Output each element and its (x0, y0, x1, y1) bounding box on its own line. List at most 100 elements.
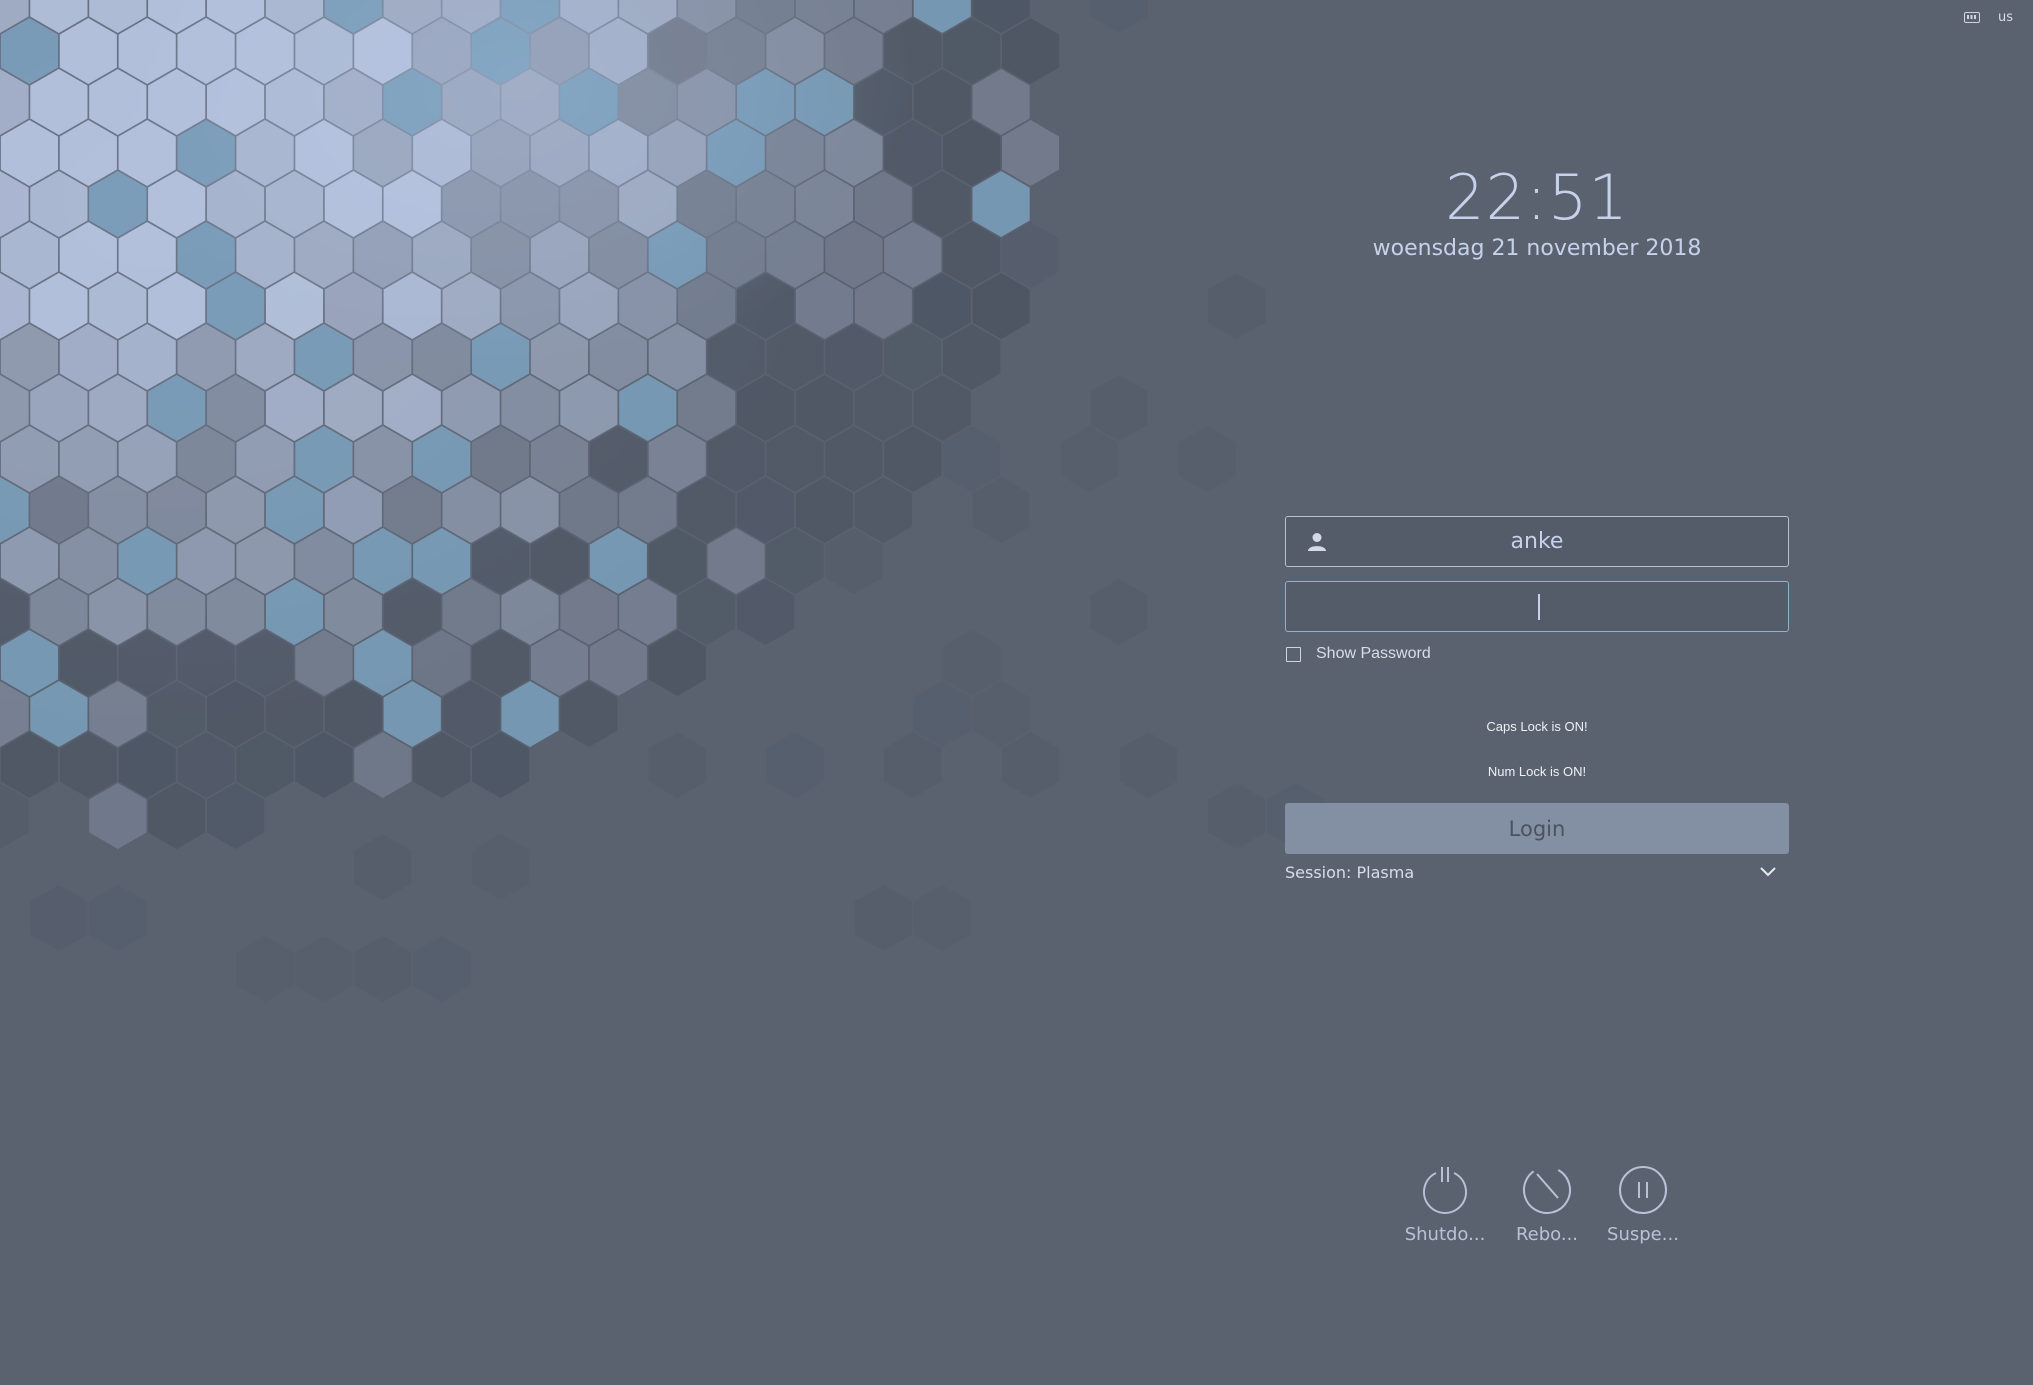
wallpaper-hexagon (383, 171, 441, 237)
login-screen: us 22:51 woensdag 21 november 2018 anke … (0, 0, 2033, 1385)
wallpaper-hexagon (148, 579, 206, 645)
wallpaper-hexagon (236, 936, 294, 1002)
wallpaper-hexagon (207, 171, 265, 237)
wallpaper-hexagon (89, 885, 147, 951)
username-value: anke (1510, 529, 1564, 554)
wallpaper-hexagon (207, 681, 265, 747)
wallpaper-hexagon (1090, 375, 1148, 441)
wallpaper-hexagon (737, 171, 795, 237)
wallpaper-hexagon (589, 426, 647, 492)
password-field[interactable] (1285, 581, 1789, 632)
wallpaper-hexagon (1090, 579, 1148, 645)
wallpaper-hexagon (30, 681, 88, 747)
wallpaper-hexagon (501, 69, 559, 135)
wallpaper-hexagon (177, 732, 235, 798)
wallpaper-hexagon (295, 18, 353, 84)
wallpaper-hexagon (383, 477, 441, 543)
suspend-button[interactable]: Suspe... (1598, 1164, 1688, 1245)
wallpaper-hexagon (472, 834, 530, 900)
reboot-button[interactable]: Rebo... (1502, 1164, 1592, 1245)
reboot-icon (1523, 1166, 1571, 1214)
wallpaper-hexagon (884, 324, 942, 390)
keyboard-layout[interactable]: us (1998, 10, 2013, 25)
power-actions: Shutdo... Rebo... Suspe... (1400, 1164, 1680, 1254)
wallpaper-hexagon (265, 171, 323, 237)
wallpaper-hexagon (943, 120, 1001, 186)
wallpaper-hexagon (1178, 426, 1236, 492)
wallpaper-hexagon (589, 630, 647, 696)
wallpaper-hexagon (383, 579, 441, 645)
shutdown-button[interactable]: Shutdo... (1400, 1164, 1490, 1245)
wallpaper-hexagon (0, 426, 58, 492)
wallpaper-hexagon (766, 732, 824, 798)
wallpaper-hexagon (707, 222, 765, 288)
wallpaper-hexagon (560, 171, 618, 237)
wallpaper-hexagon (413, 630, 471, 696)
wallpaper-hexagon (295, 120, 353, 186)
wallpaper-hexagon (678, 69, 736, 135)
wallpaper-hexagon (472, 222, 530, 288)
wallpaper-hexagon (560, 69, 618, 135)
wallpaper-hexagon (648, 18, 706, 84)
wallpaper-hexagon (854, 171, 912, 237)
wallpaper-hexagon (0, 528, 58, 594)
wallpaper-hexagon (854, 69, 912, 135)
wallpaper-hexagon (472, 426, 530, 492)
wallpaper-hexagon (795, 375, 853, 441)
wallpaper-hexagon (1208, 783, 1266, 849)
keyboard-icon[interactable] (1963, 11, 1980, 23)
wallpaper-hexagon (707, 324, 765, 390)
wallpaper-hexagon (383, 375, 441, 441)
wallpaper-hexagon (530, 528, 588, 594)
wallpaper-hexagon (737, 69, 795, 135)
wallpaper-hexagon (472, 120, 530, 186)
shutdown-label: Shutdo... (1404, 1224, 1486, 1245)
wallpaper-hexagon (913, 375, 971, 441)
wallpaper-hexagon (825, 528, 883, 594)
session-selector[interactable]: Session: Plasma (1285, 858, 1789, 886)
wallpaper-hexagon (413, 426, 471, 492)
wallpaper-hexagon (265, 681, 323, 747)
username-field[interactable]: anke (1285, 516, 1789, 567)
wallpaper-hexagon (884, 120, 942, 186)
wallpaper-hexagon (295, 936, 353, 1002)
wallpaper-hexagon (737, 273, 795, 339)
wallpaper-hexagon (825, 324, 883, 390)
wallpaper-hexagon (383, 273, 441, 339)
wallpaper-hexagon (825, 120, 883, 186)
caps-lock-message: Caps Lock is ON! (1486, 719, 1588, 734)
wallpaper-hexagon (648, 528, 706, 594)
wallpaper-hexagon (177, 426, 235, 492)
wallpaper-hexagon (59, 528, 117, 594)
wallpaper-hexagon (59, 324, 117, 390)
wallpaper-hexagon (560, 681, 618, 747)
wallpaper-hexagon (207, 69, 265, 135)
wallpaper-hexagon (442, 375, 500, 441)
wallpaper-hexagon (265, 375, 323, 441)
wallpaper-hexagon (501, 273, 559, 339)
wallpaper-hexagon (913, 171, 971, 237)
show-password-checkbox[interactable] (1286, 646, 1301, 662)
wallpaper-hexagon (207, 375, 265, 441)
wallpaper-hexagon (0, 732, 58, 798)
login-button[interactable]: Login (1285, 803, 1789, 854)
wallpaper-hexagon (648, 630, 706, 696)
wallpaper-hexagon (148, 273, 206, 339)
wallpaper-hexagon (413, 222, 471, 288)
wallpaper-hexagon (354, 18, 412, 84)
wallpaper-hexagon (619, 69, 677, 135)
wallpaper-hexagon (884, 222, 942, 288)
wallpaper-hexagon (825, 426, 883, 492)
wallpaper-hexagon (913, 69, 971, 135)
wallpaper-hexagon (177, 528, 235, 594)
wallpaper-hexagon (737, 579, 795, 645)
wallpaper-hexagon (59, 426, 117, 492)
wallpaper-hexagon (1002, 732, 1060, 798)
wallpaper-hexagon (413, 18, 471, 84)
show-password-toggle[interactable]: Show Password (1286, 645, 1431, 663)
wallpaper-hexagon (884, 732, 942, 798)
wallpaper-hexagon (472, 528, 530, 594)
suspend-icon (1619, 1166, 1667, 1214)
wallpaper-hexagon (413, 936, 471, 1002)
wallpaper-hexagon (295, 324, 353, 390)
